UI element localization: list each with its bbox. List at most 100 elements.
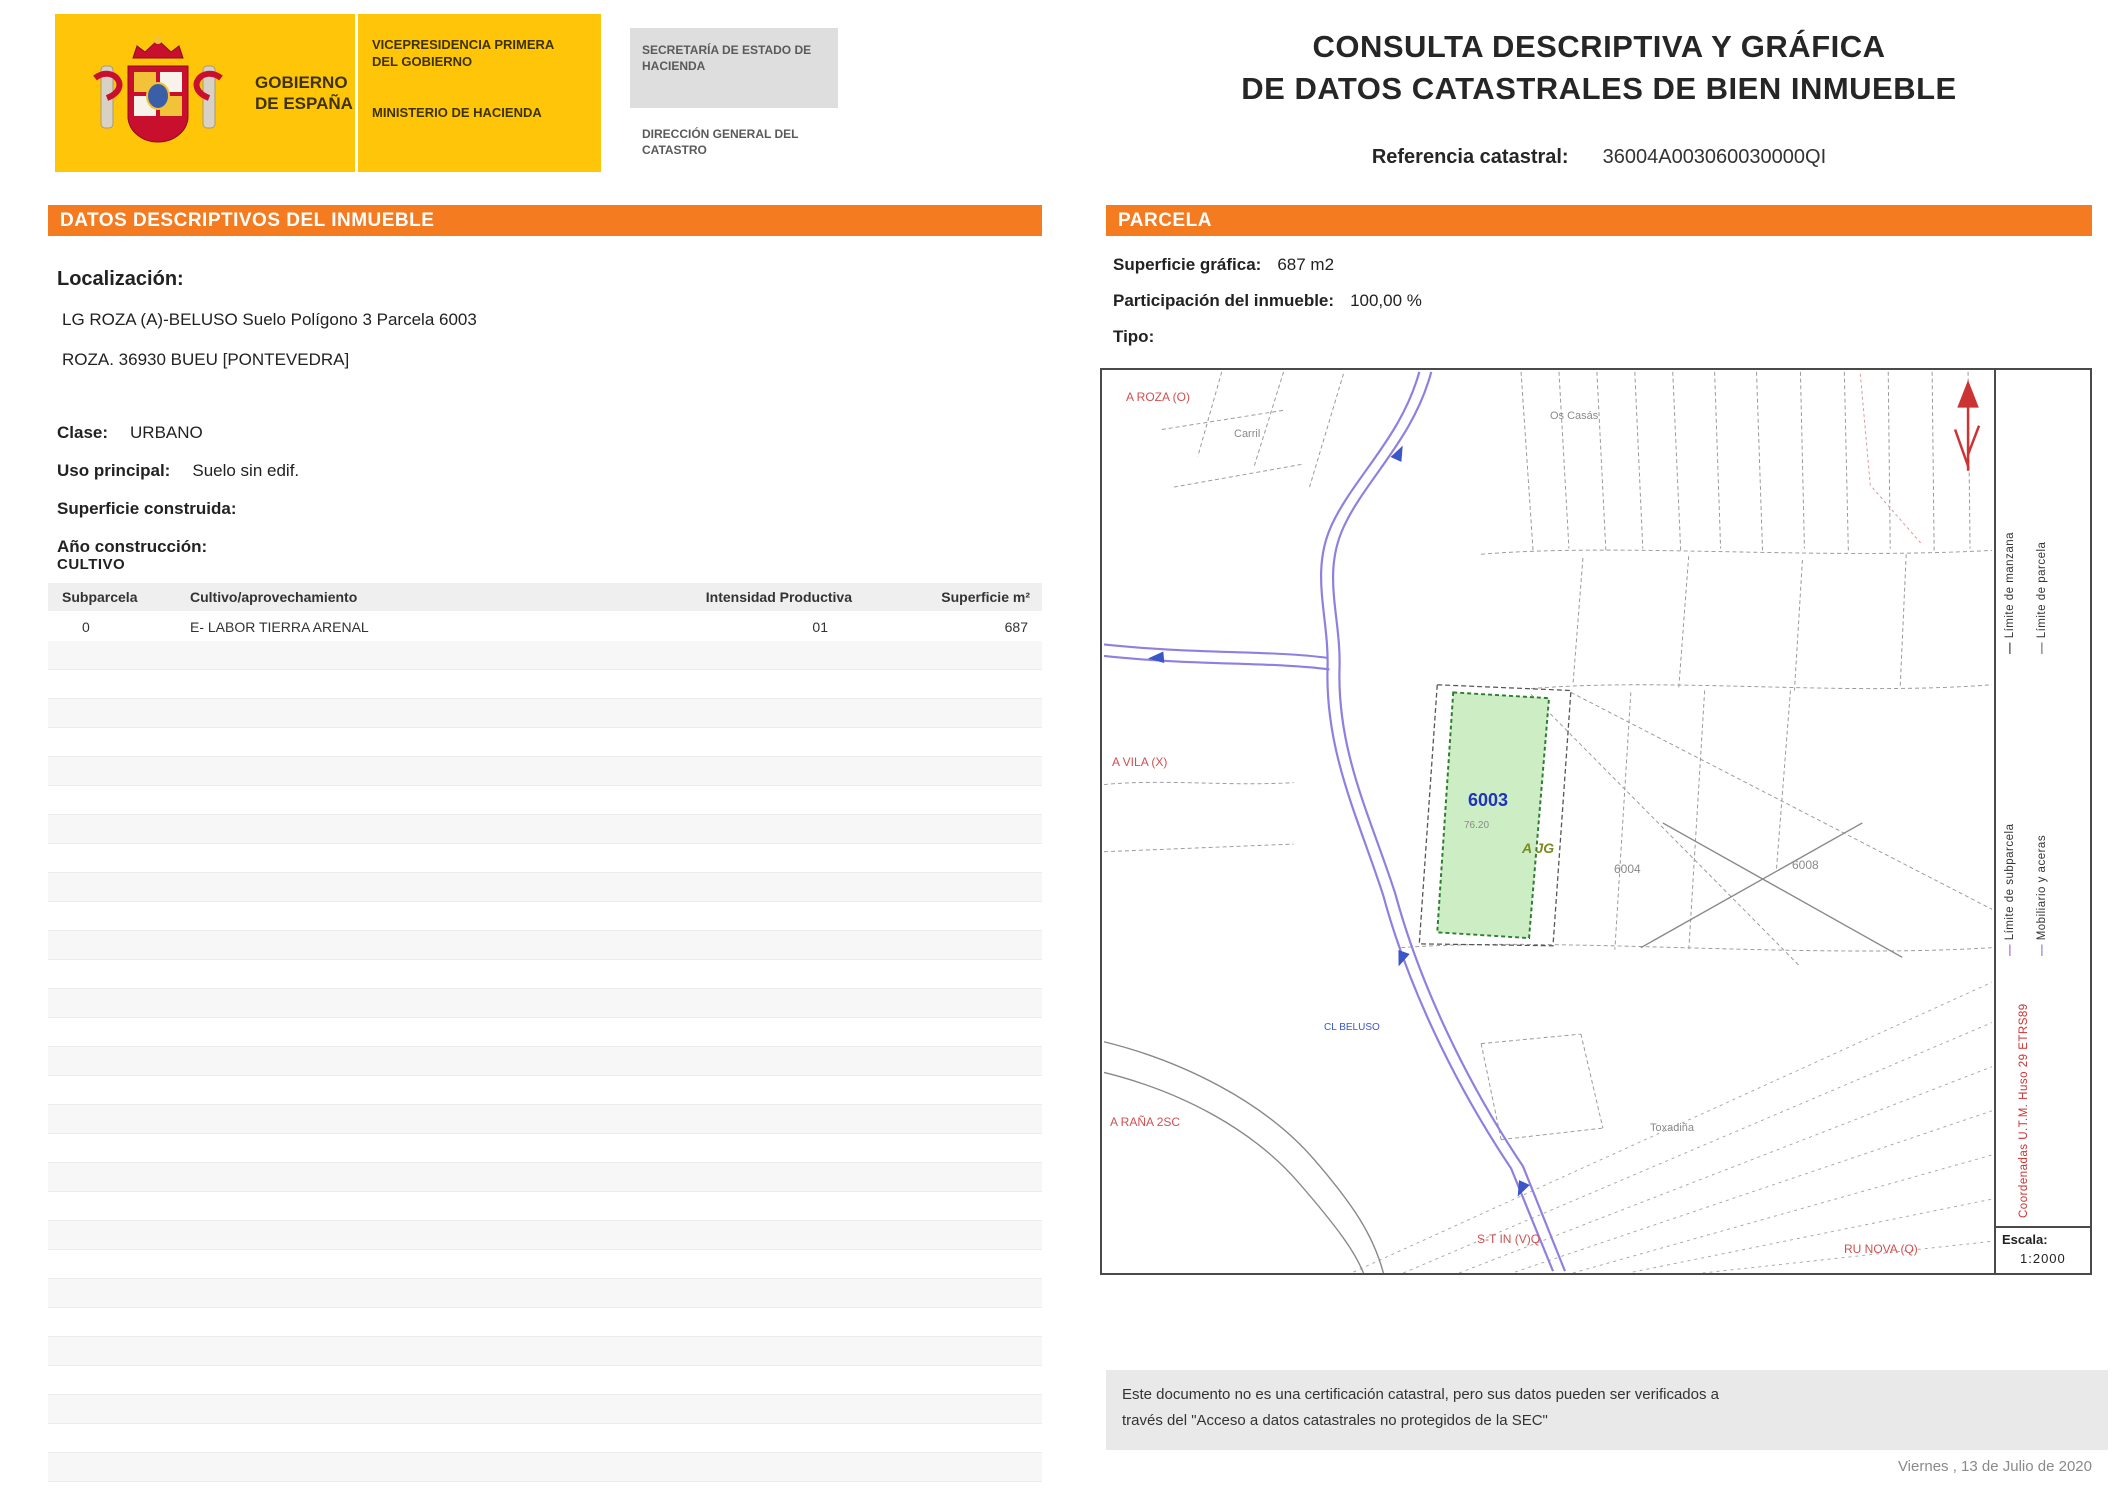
map-label: A JG [1522,840,1555,856]
table-row [48,1453,1042,1482]
section-header-datos-descriptivos: DATOS DESCRIPTIVOS DEL INMUEBLE [48,205,1042,236]
legend-item-label: Límite de subparcela [2004,823,2016,941]
map-label: Carril [1234,428,1261,440]
cell-cultivo: E- LABOR TIERRA ARENAL [190,619,369,635]
table-row [48,1308,1042,1337]
table-row [48,1337,1042,1366]
col-intensidad: Intensidad Productiva [705,589,852,605]
cell-intensidad: 01 [812,619,828,635]
table-row [48,1395,1042,1424]
disclaimer-line-1: Este documento no es una certificación c… [1122,1386,1720,1403]
map-label: A VILA (X) [1112,755,1168,769]
document-title: CONSULTA DESCRIPTIVA Y GRÁFICA DE DATOS … [1106,26,2092,110]
table-row [48,1424,1042,1453]
table-row [48,670,1042,699]
legend-line-sample: — [2004,638,2016,654]
anio-construccion-label: Año construcción: [57,537,208,556]
map-label: Os Casás [1550,410,1599,422]
table-row [48,989,1042,1018]
gobierno-espana-label: GOBIERNO DE ESPAÑA [255,73,353,113]
superficie-grafica-value: 687 m2 [1277,255,1335,274]
table-row [48,1163,1042,1192]
ministerio-hacienda-label: MINISTERIO DE HACIENDA [372,105,542,120]
legend-item-label: Límite de manzana [2004,531,2016,639]
localizacion-label: Localización: [57,268,184,290]
table-row [48,902,1042,931]
participacion-row: Participación del inmueble: 100,00 % [1113,291,1422,311]
direccion-catastro-label: DIRECCIÓN GENERAL DEL CATASTRO [642,127,799,157]
cadastral-map: A ROZA (O) A VILA (X) A RAÑA 2SC S-T IN (V)… [1102,370,1996,1273]
superficie-construida-row: Superficie construida: [57,499,236,519]
map-label: 6003 [1468,790,1509,810]
legend-line-sample: — [2036,638,2048,654]
legend-item-label: Límite de parcela [2036,541,2048,639]
title-line-2: DE DATOS CATASTRALES DE BIEN INMUEBLE [1241,71,1957,106]
table-row [48,1105,1042,1134]
map-label: 6004 [1614,862,1641,876]
table-row [48,1018,1042,1047]
cultivo-section-title: CULTIVO [57,556,126,573]
cadastral-reference-row: Referencia catastral: 36004A003060030000Q… [1106,146,2092,169]
reference-value: 36004A003060030000QI [1602,146,1827,168]
map-label: 6008 [1792,858,1819,872]
scale-value: 1:2000 [2020,1251,2066,1266]
table-row [48,844,1042,873]
superficie-grafica-row: Superficie gráfica: 687 m2 [1113,255,1334,275]
table-row [48,641,1042,670]
table-row [48,931,1042,960]
uso-principal-row: Uso principal: Suelo sin edif. [57,461,299,481]
tipo-label: Tipo: [1113,327,1155,346]
uso-label: Uso principal: [57,461,171,480]
legend-item: — Límite de parcela [2036,392,2048,654]
legend-item: — Mobiliario y aceras [2036,670,2048,956]
clase-row: Clase: URBANO [57,423,203,443]
disclaimer-line-2: través del "Acceso a datos catastrales n… [1122,1412,1548,1429]
table-row [48,960,1042,989]
legend-line-sample: — [2004,940,2016,956]
table-row [48,757,1042,786]
table-row [48,728,1042,757]
table-row [48,1134,1042,1163]
cultivo-table-header: Subparcela Cultivo/aprovechamiento Inten… [48,583,1042,611]
cultivo-table-row: 0 E- LABOR TIERRA ARENAL 01 687 [48,611,1042,642]
table-row [48,873,1042,902]
table-row [48,699,1042,728]
legend-item-label: Mobiliario y aceras [2036,834,2048,941]
col-cultivo: Cultivo/aprovechamiento [190,589,358,605]
table-row [48,1279,1042,1308]
map-label: S-T IN (V)Q [1477,1232,1541,1246]
spain-coat-of-arms [93,36,223,143]
superficie-grafica-label: Superficie gráfica: [1113,255,1262,274]
clase-label: Clase: [57,423,109,442]
map-label: CL BELUSO [1324,1022,1380,1033]
map-label: RU NOVA (Q) [1844,1242,1918,1256]
address-line-1: LG ROZA (A)-BELUSO Suelo Polígono 3 Parc… [62,310,477,329]
table-row [48,1482,1042,1500]
map-label: 76.20 [1464,820,1490,831]
table-row [48,1047,1042,1076]
col-subparcela: Subparcela [62,589,138,605]
highlighted-parcel [1436,691,1551,940]
section-header-parcela: PARCELA [1106,205,2092,236]
secretaria-label: SECRETARÍA DE ESTADO DE HACIENDA [642,43,812,73]
cell-superficie: 687 [1004,619,1028,635]
legend-line-sample: — [2036,940,2048,956]
col-superficie: Superficie m² [941,589,1030,605]
map-label: Toxadiña [1650,1122,1695,1134]
table-row [48,786,1042,815]
legend-item: — Límite de subparcela [2004,670,2016,956]
map-label: A RAÑA 2SC [1110,1115,1181,1129]
cultivo-table-empty-rows [48,641,1042,1500]
cell-subparcela: 0 [82,619,90,635]
table-row [48,1221,1042,1250]
government-logo-box: GOBIERNO DE ESPAÑA [55,14,355,172]
reference-label: Referencia catastral: [1371,146,1569,168]
title-line-1: CONSULTA DESCRIPTIVA Y GRÁFICA [1312,29,1886,64]
disclaimer-note: Este documento no es una certificación c… [1106,1370,2108,1450]
north-arrow-icon [1953,380,1981,471]
legend-item: — Límite de manzana [2004,392,2016,654]
table-row [48,1250,1042,1279]
document-date: Viernes , 13 de Julio de 2020 [1897,1458,2092,1475]
scale-label: Escala: [2002,1232,2048,1247]
cadastral-map-frame: A ROZA (O) A VILA (X) A RAÑA 2SC S-T IN (V)… [1100,368,2092,1275]
